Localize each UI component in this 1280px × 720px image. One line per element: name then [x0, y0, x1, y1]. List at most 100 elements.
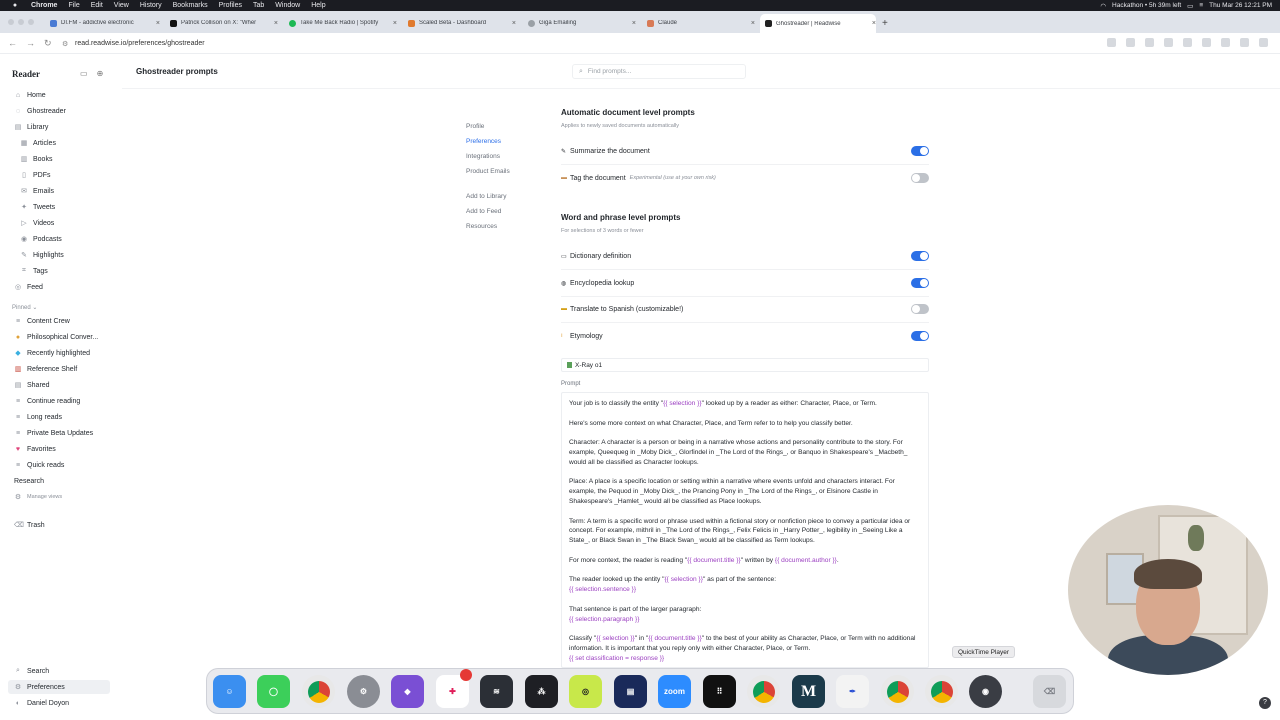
- sidebar-item-feed[interactable]: ◎ Feed: [0, 280, 122, 294]
- tab-ghostreader[interactable]: Ghostreader | Readwise ×: [760, 14, 876, 33]
- sidebar-item-quick-reads[interactable]: ≡ Quick reads: [0, 458, 122, 472]
- dots-app-icon[interactable]: ⠿: [703, 675, 736, 708]
- prompt-row-dictionary[interactable]: ▭ Dictionary definition: [561, 249, 929, 263]
- apple-icon[interactable]: ●: [10, 2, 20, 9]
- sidebar-item-favorites[interactable]: ♥ Favorites: [0, 442, 122, 456]
- pinned-section-label[interactable]: Pinned ⌄: [12, 304, 37, 311]
- messages-icon[interactable]: ◯: [257, 675, 290, 708]
- sidebar-item-recently-highlighted[interactable]: ◆ Recently highlighted: [0, 346, 122, 360]
- summarize-toggle[interactable]: [911, 146, 929, 156]
- menu-tab[interactable]: Tab: [253, 2, 264, 9]
- search-input[interactable]: ⌕ Find prompts...: [572, 64, 746, 79]
- install-icon[interactable]: [1107, 38, 1116, 47]
- sidebar-item-content-crew[interactable]: ≡ Content Crew: [0, 314, 122, 328]
- menu-history[interactable]: History: [140, 2, 162, 9]
- add-icon[interactable]: ⊕: [97, 69, 104, 78]
- encyclopedia-toggle[interactable]: [911, 278, 929, 288]
- extension-icon[interactable]: [1221, 38, 1230, 47]
- sidebar-item-search[interactable]: ⌕ Search: [0, 664, 122, 678]
- close-tab-icon[interactable]: ×: [872, 20, 876, 27]
- tab-giga-emailing[interactable]: Giga Emailing ×: [528, 15, 636, 31]
- prompt-row-summarize[interactable]: ✎ Summarize the document: [561, 144, 929, 158]
- translate-toggle[interactable]: [911, 304, 929, 314]
- menu-profiles[interactable]: Profiles: [219, 2, 242, 9]
- extension-icon[interactable]: [1164, 38, 1173, 47]
- tag-toggle[interactable]: [911, 173, 929, 183]
- prompt-row-translate[interactable]: ▬ Translate to Spanish (customizable!): [561, 302, 929, 316]
- close-tab-icon[interactable]: ×: [393, 20, 397, 27]
- sidebar-item-highlights[interactable]: ✎ Highlights: [0, 248, 122, 262]
- dictionary-toggle[interactable]: [911, 251, 929, 261]
- back-icon[interactable]: ←: [8, 38, 17, 48]
- spiral-app-icon[interactable]: ◎: [569, 675, 602, 708]
- chrome-icon[interactable]: [881, 675, 914, 708]
- sidebar-item-videos[interactable]: ▷ Videos: [0, 216, 122, 230]
- new-tab-icon[interactable]: +: [882, 18, 888, 29]
- bookmark-star-icon[interactable]: [1126, 38, 1135, 47]
- menu-bookmarks[interactable]: Bookmarks: [173, 2, 208, 9]
- sidebar-item-podcasts[interactable]: ◉ Podcasts: [0, 232, 122, 246]
- sidebar-item-research[interactable]: Research: [0, 474, 122, 488]
- prompt-row-tag[interactable]: ▬ Tag the document Experimental (use at …: [561, 171, 929, 185]
- sidebar-item-continue-reading[interactable]: ≡ Continue reading: [0, 394, 122, 408]
- layers-app-icon[interactable]: ≋: [480, 675, 513, 708]
- tab-spotify[interactable]: Take Me Back Radio | Spotify ×: [289, 15, 397, 31]
- grid-app-icon[interactable]: ⁂: [525, 675, 558, 708]
- mail-app-icon[interactable]: M: [792, 675, 825, 708]
- control-center-icon[interactable]: ≡: [1199, 2, 1203, 9]
- sidebar-item-user[interactable]: ◐ Daniel Doyon: [0, 696, 122, 710]
- sidebar-item-trash[interactable]: ⌫ Trash: [0, 518, 122, 532]
- collapse-sidebar-icon[interactable]: ▭: [80, 69, 88, 78]
- tab-scaled-beta[interactable]: Scaled Beta - Dashboard ×: [408, 15, 516, 31]
- tab-patrick-collison[interactable]: Patrick Collison on X: "Wher ×: [170, 15, 278, 31]
- status-hackathon[interactable]: Hackathon • 5h 39m left: [1112, 2, 1181, 9]
- extension-icon[interactable]: [1202, 38, 1211, 47]
- chrome-icon[interactable]: [302, 675, 335, 708]
- notes-app-icon[interactable]: ▤: [614, 675, 647, 708]
- sidebar-item-reference-shelf[interactable]: ▥ Reference Shelf: [0, 362, 122, 376]
- manage-views-link[interactable]: ⚙ Manage views: [0, 490, 122, 504]
- settings-nav-preferences[interactable]: Preferences: [466, 138, 501, 145]
- tab-claude[interactable]: Claude ×: [647, 15, 755, 31]
- prompt-row-encyclopedia[interactable]: ◍ Encyclopedia lookup: [561, 276, 929, 290]
- prompt-editor[interactable]: Your job is to classify the entity "{{ s…: [561, 392, 929, 668]
- menu-view[interactable]: View: [114, 2, 129, 9]
- profile-icon[interactable]: [1240, 38, 1249, 47]
- tab-difm[interactable]: DI.FM - addictive electronic ×: [50, 15, 160, 31]
- sidebar-item-preferences[interactable]: ⚙ Preferences: [8, 680, 110, 694]
- settings-nav-add-feed[interactable]: Add to Feed: [466, 208, 501, 215]
- sidebar-item-private-beta[interactable]: ≡ Private Beta Updates: [0, 426, 122, 440]
- sidebar-item-ghostreader[interactable]: ◌ Ghostreader: [0, 104, 122, 118]
- extension-icon[interactable]: [1183, 38, 1192, 47]
- sidebar-item-long-reads[interactable]: ≡ Long reads: [0, 410, 122, 424]
- close-window-icon[interactable]: [8, 19, 14, 25]
- finder-icon[interactable]: ☺: [213, 675, 246, 708]
- settings-nav-resources[interactable]: Resources: [466, 223, 497, 230]
- minimize-window-icon[interactable]: [18, 19, 24, 25]
- battery-icon[interactable]: ▭: [1187, 2, 1193, 10]
- sidebar-item-books[interactable]: ▥ Books: [0, 152, 122, 166]
- extension-icon[interactable]: [1145, 38, 1154, 47]
- sidebar-item-emails[interactable]: ✉ Emails: [0, 184, 122, 198]
- menu-kebab-icon[interactable]: [1259, 38, 1268, 47]
- etymology-toggle[interactable]: [911, 331, 929, 341]
- close-tab-icon[interactable]: ×: [512, 20, 516, 27]
- settings-nav-integrations[interactable]: Integrations: [466, 153, 500, 160]
- close-tab-icon[interactable]: ×: [751, 20, 755, 27]
- obsidian-icon[interactable]: ◆: [391, 675, 424, 708]
- quicktime-icon[interactable]: ◉: [969, 675, 1002, 708]
- menu-edit[interactable]: Edit: [91, 2, 103, 9]
- menubar-clock[interactable]: Thu Mar 26 12:21 PM: [1209, 2, 1272, 9]
- pen-app-icon[interactable]: ✒: [836, 675, 869, 708]
- slack-icon[interactable]: ✚: [436, 669, 472, 708]
- system-settings-icon[interactable]: ⚙: [347, 675, 380, 708]
- wifi-icon[interactable]: ◠: [1100, 2, 1106, 10]
- sidebar-item-tweets[interactable]: ✦ Tweets: [0, 200, 122, 214]
- settings-nav-product-emails[interactable]: Product Emails: [466, 168, 510, 175]
- close-tab-icon[interactable]: ×: [632, 20, 636, 27]
- site-info-icon[interactable]: ⚙: [62, 40, 70, 48]
- prompt-row-etymology[interactable]: ı Etymology: [561, 329, 929, 343]
- xray-prompt-header[interactable]: X-Ray o1: [561, 358, 929, 372]
- help-icon[interactable]: ?: [1259, 697, 1271, 709]
- reload-icon[interactable]: ↻: [44, 38, 52, 49]
